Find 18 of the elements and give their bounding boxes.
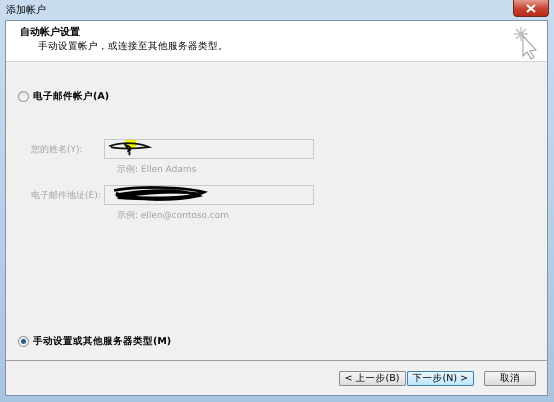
radio-option[interactable]: 电子邮件帐户(A) (18, 90, 535, 103)
close-icon (526, 4, 536, 12)
input-field[interactable] (104, 185, 314, 205)
example-hint: 示例: ellen@contoso.com (117, 210, 230, 222)
window-title: 添加帐户 (5, 4, 46, 17)
field-label: 电子邮件地址(E): (31, 190, 102, 202)
dialog-button[interactable]: 下一步(N) > (406, 370, 474, 386)
close-button[interactable] (513, 0, 549, 17)
radio-button[interactable] (18, 91, 29, 102)
radio-option[interactable]: 手动设置或其他服务器类型(M) (18, 335, 535, 348)
header-title: 自动帐户设置 (20, 25, 81, 39)
dialog-button[interactable]: < 上一步(B) (338, 370, 406, 386)
input-field[interactable] (104, 139, 314, 159)
field-label: 您的姓名(Y): (31, 144, 84, 156)
dialog-button[interactable]: 取消 (484, 370, 536, 386)
header-subtitle: 手动设置帐户，或连接至其他服务器类型。 (37, 40, 228, 53)
example-hint: 示例: Ellen Adams (117, 164, 198, 176)
radio-button[interactable] (18, 336, 29, 347)
